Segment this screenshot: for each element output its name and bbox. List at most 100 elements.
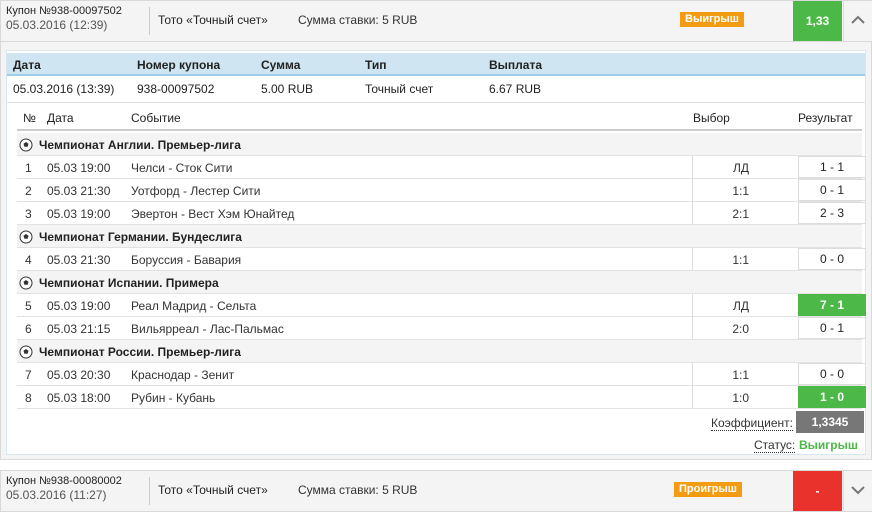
summary-header-type: Тип	[365, 58, 387, 72]
coupon-stake: Сумма ставки: 5 RUB	[298, 483, 418, 497]
row-choice: ЛД	[732, 299, 749, 313]
league-name: Чемпионат Англии. Премьер-лига	[39, 138, 241, 152]
row-event: Краснодар - Зенит	[131, 368, 235, 382]
summary-type: Точный счет	[365, 82, 434, 96]
league-group-row: Чемпионат Испании. Примера	[17, 271, 862, 294]
divider	[7, 102, 865, 103]
row-event: Уотфорд - Лестер Сити	[131, 184, 261, 198]
choice-cell: 1:0	[692, 386, 797, 408]
row-number: 6	[25, 322, 32, 336]
coupon-coefficient: 1,33	[793, 1, 842, 41]
expand-toggle-button[interactable]	[843, 471, 872, 511]
collapse-toggle-button[interactable]	[843, 1, 872, 41]
row-event: Вильярреал - Лас-Пальмас	[131, 322, 284, 336]
row-event: Реал Мадрид - Сельта	[131, 299, 257, 313]
row-result: 1 - 1	[798, 156, 866, 178]
soccer-ball-icon	[19, 276, 33, 293]
chevron-down-icon	[851, 486, 865, 495]
soccer-ball-icon	[19, 138, 33, 155]
coupon-header-1[interactable]: Купон №938-00097502 05.03.2016 (12:39) Т…	[0, 0, 872, 42]
row-result: 0 - 0	[798, 248, 866, 270]
col-choice: Выбор	[693, 111, 730, 125]
choice-cell: 1:1	[692, 248, 797, 270]
row-choice: 1:1	[732, 368, 749, 382]
status-badge-win: Выигрыш	[680, 12, 744, 27]
row-result: 2 - 3	[798, 202, 866, 224]
table-row: 4 05.03 21:30 Боруссия - Бавария 1:1 0 - 0	[17, 248, 866, 271]
coefficient-value: 1,3345	[796, 411, 864, 433]
table-row: 3 05.03 19:00 Эвертон - Вест Хэм Юнайтед 2:…	[17, 202, 866, 225]
coefficient-label: Коэффициент:	[711, 416, 793, 431]
summary-header: Дата Номер купона Сумма Тип Выплата	[7, 53, 865, 76]
row-choice: 2:0	[732, 322, 749, 336]
row-choice: ЛД	[732, 161, 749, 175]
row-date: 05.03 20:30	[47, 368, 111, 382]
league-group-row: Чемпионат Германии. Бундеслига	[17, 225, 862, 248]
row-date: 05.03 21:30	[47, 184, 111, 198]
row-result: 0 - 1	[798, 179, 866, 201]
row-number: 3	[25, 207, 32, 221]
coupon-type: Тото «Точный счет»	[158, 483, 268, 497]
divider	[149, 477, 150, 505]
coupon-date: 05.03.2016 (12:39)	[6, 18, 108, 32]
status-badge-loss: Проигрыш	[674, 482, 742, 497]
col-num: №	[23, 111, 36, 125]
row-date: 05.03 18:00	[47, 391, 111, 405]
col-event: Событие	[131, 111, 181, 125]
league-name: Чемпионат Германии. Бундеслига	[39, 230, 242, 244]
row-choice: 1:1	[732, 253, 749, 267]
status-value: Выигрыш	[799, 438, 858, 452]
row-choice: 2:1	[732, 207, 749, 221]
summary-date: 05.03.2016 (13:39)	[13, 82, 115, 96]
table-row: 7 05.03 20:30 Краснодар - Зенит 1:1 0 - 0	[17, 363, 866, 386]
row-result: 1 - 0	[798, 386, 866, 408]
col-result: Результат	[798, 111, 853, 125]
row-number: 1	[25, 161, 32, 175]
row-number: 8	[25, 391, 32, 405]
soccer-ball-icon	[19, 230, 33, 247]
league-group-row: Чемпионат Англии. Премьер-лига	[17, 133, 862, 156]
table-row: 2 05.03 21:30 Уотфорд - Лестер Сити 1:1 0 - …	[17, 179, 866, 202]
soccer-ball-icon	[19, 345, 33, 362]
summary-header-amount: Сумма	[261, 58, 301, 72]
row-result: 7 - 1	[798, 294, 866, 316]
league-name: Чемпионат Испании. Примера	[39, 276, 219, 290]
coupon-coefficient: -	[793, 471, 842, 511]
row-number: 7	[25, 368, 32, 382]
coupon-details-inner: Дата Номер купона Сумма Тип Выплата 05.0…	[6, 50, 866, 455]
divider	[149, 7, 150, 35]
status-label: Статус:	[754, 438, 796, 453]
summary-amount: 5.00 RUB	[261, 82, 314, 96]
row-number: 5	[25, 299, 32, 313]
row-date: 05.03 19:00	[47, 299, 111, 313]
row-choice: 1:1	[732, 184, 749, 198]
coupon-id: Купон №938-00080002	[6, 475, 122, 487]
row-event: Рубин - Кубань	[131, 391, 216, 405]
row-result: 0 - 1	[798, 317, 866, 339]
chevron-up-icon	[851, 15, 865, 24]
summary-header-date: Дата	[13, 58, 41, 72]
table-row: 1 05.03 19:00 Челси - Сток Сити ЛД 1 - 1	[17, 156, 866, 179]
coupon-type: Тото «Точный счет»	[158, 13, 268, 27]
row-date: 05.03 19:00	[47, 207, 111, 221]
row-number: 4	[25, 253, 32, 267]
row-number: 2	[25, 184, 32, 198]
row-date: 05.03 21:15	[47, 322, 111, 336]
coupon-date: 05.03.2016 (11:27)	[6, 488, 107, 502]
row-result: 0 - 0	[798, 363, 866, 385]
table-row: 8 05.03 18:00 Рубин - Кубань 1:0 1 - 0	[17, 386, 866, 409]
table-row: 5 05.03 19:00 Реал Мадрид - Сельта ЛД 7 - 1	[17, 294, 866, 317]
choice-cell: 2:0	[692, 317, 797, 339]
coupon-details-panel: Дата Номер купона Сумма Тип Выплата 05.0…	[0, 42, 872, 460]
table-row: 6 05.03 21:15 Вильярреал - Лас-Пальмас 2:0 0…	[17, 317, 866, 340]
summary-number: 938-00097502	[137, 82, 215, 96]
coupon-header-2[interactable]: Купон №938-00080002 05.03.2016 (11:27) Т…	[0, 470, 872, 512]
summary-header-number: Номер купона	[137, 58, 221, 72]
choice-cell: ЛД	[692, 156, 797, 178]
row-choice: 1:0	[732, 391, 749, 405]
coupon-id: Купон №938-00097502	[6, 5, 122, 17]
choice-cell: 1:1	[692, 363, 797, 385]
league-name: Чемпионат России. Премьер-лига	[39, 345, 241, 359]
row-date: 05.03 19:00	[47, 161, 111, 175]
divider	[17, 129, 862, 131]
